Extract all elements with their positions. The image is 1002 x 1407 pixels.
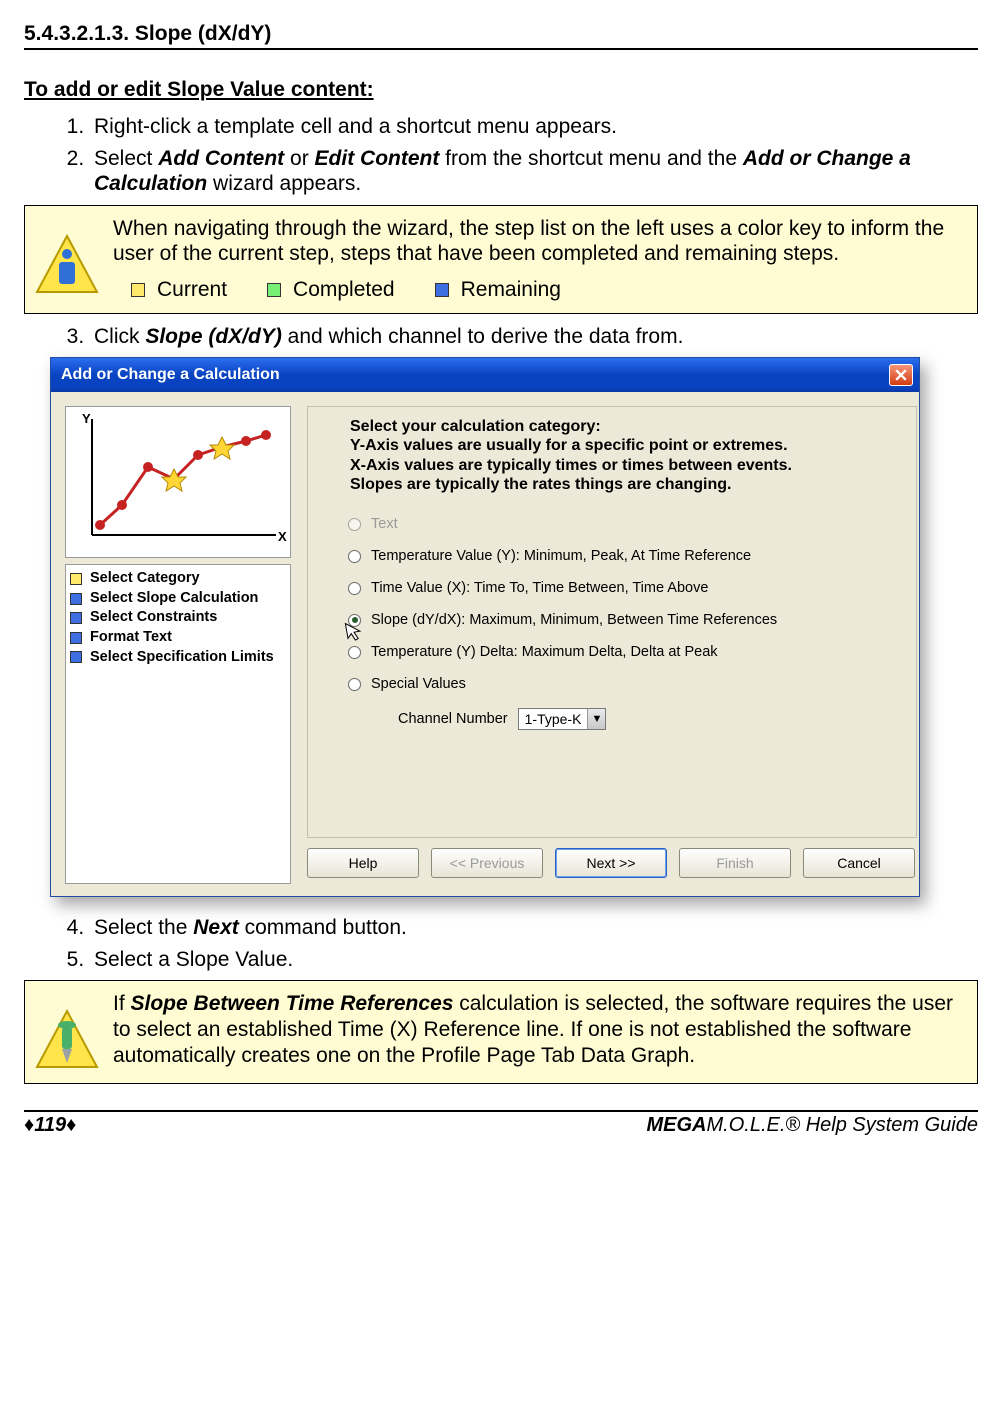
info-icon (35, 234, 99, 298)
step-2-text: Select (94, 147, 158, 170)
radio-text: Text (348, 516, 904, 532)
wizard-chart-preview: Y X (65, 406, 291, 558)
legend-completed-label: Completed (293, 277, 395, 303)
legend-current: Current (131, 277, 227, 303)
step-4-b: Next (193, 916, 239, 939)
step-4-a: Select the (94, 916, 193, 939)
radio-icon[interactable] (348, 614, 361, 627)
footer-guide: MEGAM.O.L.E.® Help System Guide (647, 1114, 979, 1137)
legend-current-label: Current (157, 277, 227, 303)
step-2-edit: Edit Content (315, 147, 440, 170)
channel-number-label: Channel Number (398, 711, 508, 727)
step-1: Right-click a template cell and a shortc… (90, 114, 978, 140)
step-2-add: Add Content (158, 147, 284, 170)
step-4: Select the Next command button. (90, 915, 978, 941)
step-3-c: and which channel to derive the data fro… (282, 325, 684, 348)
step-2: Select Add Content or Edit Content from … (90, 146, 978, 197)
radio-label: Special Values (371, 676, 466, 692)
radio-icon[interactable] (348, 550, 361, 563)
channel-number-combo[interactable]: 1-Type-K ▼ (518, 708, 607, 730)
step-2-from: from the shortcut menu and the (439, 147, 743, 170)
radio-time-x[interactable]: Time Value (X): Time To, Time Between, T… (348, 580, 904, 596)
channel-number-value: 1-Type-K (519, 711, 588, 727)
legend-remaining-label: Remaining (461, 277, 561, 303)
legend-remaining-swatch (435, 283, 449, 297)
legend-row: Current Completed Remaining (131, 277, 967, 303)
radio-label: Text (371, 516, 398, 532)
step-3: Click Slope (dX/dY) and which channel to… (90, 324, 978, 350)
close-button[interactable] (889, 364, 913, 386)
finish-button: Finish (679, 848, 791, 878)
radio-slope[interactable]: Slope (dY/dX): Maximum, Minimum, Between… (348, 612, 904, 628)
sub-heading: To add or edit Slope Value content: (24, 78, 978, 102)
radio-special-values[interactable]: Special Values (348, 676, 904, 692)
previous-button: << Previous (431, 848, 543, 878)
radio-label: Temperature (Y) Delta: Maximum Delta, De… (371, 644, 718, 660)
radio-icon[interactable] (348, 582, 361, 595)
wizard-screenshot: Add or Change a Calculation Y X (50, 357, 978, 897)
svg-text:X: X (278, 529, 287, 544)
note-box-color-key: When navigating through the wizard, the … (24, 205, 978, 314)
radio-label: Slope (dY/dX): Maximum, Minimum, Between… (371, 612, 777, 628)
instruction-list: Right-click a template cell and a shortc… (24, 114, 978, 197)
step-list-item[interactable]: Select Category (70, 569, 286, 589)
page-footer: ♦119♦ MEGAM.O.L.E.® Help System Guide (24, 1110, 978, 1137)
legend-remaining: Remaining (435, 277, 561, 303)
legend-completed-swatch (267, 283, 281, 297)
help-button[interactable]: Help (307, 848, 419, 878)
group-heading: Select your calculation category: Y-Axis… (320, 417, 904, 494)
wizard-dialog: Add or Change a Calculation Y X (50, 357, 920, 897)
step-2-end: wizard appears. (207, 172, 361, 195)
radio-icon[interactable] (348, 646, 361, 659)
footer-guide-prefix: MEGA (647, 1114, 707, 1136)
legend-completed: Completed (267, 277, 395, 303)
chevron-down-icon[interactable]: ▼ (587, 709, 605, 729)
footer-guide-rest: M.O.L.E.® Help System Guide (707, 1114, 979, 1136)
radio-label: Temperature Value (Y): Minimum, Peak, At… (371, 548, 751, 564)
note1-text: When navigating through the wizard, the … (113, 216, 967, 267)
radio-icon (348, 518, 361, 531)
radio-temperature-y[interactable]: Temperature Value (Y): Minimum, Peak, At… (348, 548, 904, 564)
step-list-item[interactable]: Format Text (70, 628, 286, 648)
note2-b: Slope Between Time References (131, 992, 454, 1015)
radio-icon[interactable] (348, 678, 361, 691)
note2-a: If (113, 992, 131, 1015)
next-button[interactable]: Next >> (555, 848, 667, 878)
page-number: ♦119♦ (24, 1114, 76, 1137)
radio-label: Time Value (X): Time To, Time Between, T… (371, 580, 708, 596)
dialog-title: Add or Change a Calculation (61, 366, 280, 384)
radio-temperature-delta[interactable]: Temperature (Y) Delta: Maximum Delta, De… (348, 644, 904, 660)
step-list-item[interactable]: Select Specification Limits (70, 648, 286, 668)
wizard-step-list: Select Category Select Slope Calculation… (65, 564, 291, 884)
step-3-b: Slope (dX/dY) (145, 325, 282, 348)
step-list-item[interactable]: Select Slope Calculation (70, 589, 286, 609)
svg-text:Y: Y (82, 411, 91, 426)
step-2-or: or (284, 147, 314, 170)
calculation-category-group: Select your calculation category: Y-Axis… (307, 406, 917, 838)
wizard-button-row: Help << Previous Next >> Finish Cancel (307, 838, 917, 878)
section-heading: 5.4.3.2.1.3. Slope (dX/dY) (24, 22, 978, 50)
legend-current-swatch (131, 283, 145, 297)
titlebar: Add or Change a Calculation (51, 358, 919, 392)
step-list-item[interactable]: Select Constraints (70, 608, 286, 628)
step-4-c: command button. (239, 916, 407, 939)
instruction-list-4: Select the Next command button. Select a… (24, 915, 978, 972)
step-3-a: Click (94, 325, 145, 348)
note-box-slope-between: If Slope Between Time References calcula… (24, 980, 978, 1084)
channel-number-row: Channel Number 1-Type-K ▼ (398, 708, 904, 730)
cancel-button[interactable]: Cancel (803, 848, 915, 878)
step-5: Select a Slope Value. (90, 947, 978, 973)
pin-icon (35, 1009, 99, 1073)
instruction-list-3: Click Slope (dX/dY) and which channel to… (24, 324, 978, 350)
